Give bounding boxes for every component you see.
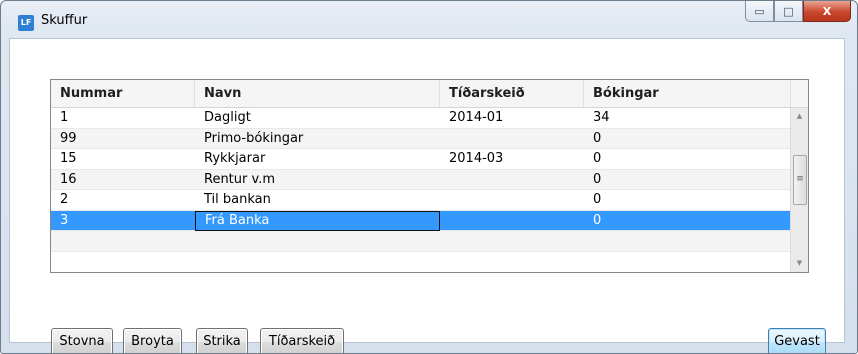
table-row-selected[interactable]: 3 Frá Banka 0 (51, 210, 791, 231)
window: LF Skuffur ▭ □ X Nummar Navn Tíðarskeið … (0, 0, 858, 354)
cell-nummar[interactable]: 99 (51, 129, 195, 149)
client-area: Nummar Navn Tíðarskeið Bókingar 1 Daglig… (9, 38, 845, 353)
cell-bokingar[interactable]: 0 (584, 190, 791, 210)
broyta-button[interactable]: Broyta (123, 328, 182, 353)
tidarskeid-button[interactable]: Tíðarskeið (260, 328, 344, 353)
strika-button[interactable]: Strika (196, 328, 248, 353)
cell-navn[interactable]: Til bankan (195, 190, 440, 210)
title-bar[interactable]: LF Skuffur ▭ □ X (1, 1, 857, 37)
scroll-thumb[interactable]: ≡ (793, 155, 807, 205)
cell-bokingar[interactable]: 0 (584, 211, 791, 231)
column-header-tidarskeid[interactable]: Tíðarskeið (440, 80, 584, 107)
cell-tidarskeid[interactable] (440, 129, 584, 149)
window-controls: ▭ □ X (745, 1, 851, 23)
cell-navn[interactable]: Rykkjarar (195, 149, 440, 169)
close-icon: X (822, 4, 832, 18)
data-grid[interactable]: Nummar Navn Tíðarskeið Bókingar 1 Daglig… (50, 79, 809, 273)
gevast-button[interactable]: Gevast (768, 328, 826, 353)
app-logo-icon: LF (18, 15, 34, 31)
grid-header: Nummar Navn Tíðarskeið Bókingar (51, 80, 808, 108)
window-title: Skuffur (41, 13, 88, 28)
stovna-button[interactable]: Stovna (51, 328, 113, 353)
cell-navn[interactable]: Dagligt (195, 108, 440, 128)
maximize-button[interactable]: □ (774, 1, 803, 22)
cell-navn[interactable]: Primo-bókingar (195, 129, 440, 149)
column-header-bokingar[interactable]: Bókingar (584, 80, 791, 107)
maximize-icon: □ (783, 4, 794, 18)
cell-tidarskeid[interactable] (440, 190, 584, 210)
table-row[interactable]: 1 Dagligt 2014-01 34 (51, 108, 791, 129)
cell-nummar[interactable]: 1 (51, 108, 195, 128)
cell-nummar[interactable]: 15 (51, 149, 195, 169)
table-row[interactable]: 16 Rentur v.m 0 (51, 169, 791, 190)
cell-tidarskeid[interactable] (440, 170, 584, 190)
cell-bokingar[interactable]: 0 (584, 170, 791, 190)
cell-bokingar[interactable]: 34 (584, 108, 791, 128)
table-row-partial[interactable] (51, 231, 791, 252)
minimize-icon: ▭ (754, 4, 765, 18)
minimize-button[interactable]: ▭ (745, 1, 774, 22)
table-row[interactable]: 2 Til bankan 0 (51, 190, 791, 211)
cell-navn[interactable]: Rentur v.m (195, 170, 440, 190)
grip-icon: ≡ (796, 174, 804, 184)
close-button[interactable]: X (803, 1, 851, 22)
table-row[interactable]: 99 Primo-bókingar 0 (51, 128, 791, 149)
cell-bokingar[interactable]: 0 (584, 149, 791, 169)
column-header-navn[interactable]: Navn (195, 80, 440, 107)
table-row[interactable]: 15 Rykkjarar 2014-03 0 (51, 149, 791, 170)
cell-nummar[interactable]: 16 (51, 170, 195, 190)
vertical-scrollbar[interactable]: ▲ ≡ ▼ (790, 108, 808, 272)
scroll-up-icon[interactable]: ▲ (791, 108, 808, 125)
cell-nummar[interactable]: 3 (51, 211, 195, 231)
cell-bokingar[interactable]: 0 (584, 129, 791, 149)
column-header-nummar[interactable]: Nummar (51, 80, 195, 107)
cell-tidarskeid[interactable]: 2014-01 (440, 108, 584, 128)
grid-rows: 1 Dagligt 2014-01 34 99 Primo-bókingar 0… (51, 108, 791, 252)
scroll-down-icon[interactable]: ▼ (791, 255, 808, 272)
cell-nummar[interactable]: 2 (51, 190, 195, 210)
cell-tidarskeid[interactable]: 2014-03 (440, 149, 584, 169)
cell-navn-focused[interactable]: Frá Banka (195, 210, 440, 231)
cell-tidarskeid[interactable] (440, 211, 584, 231)
